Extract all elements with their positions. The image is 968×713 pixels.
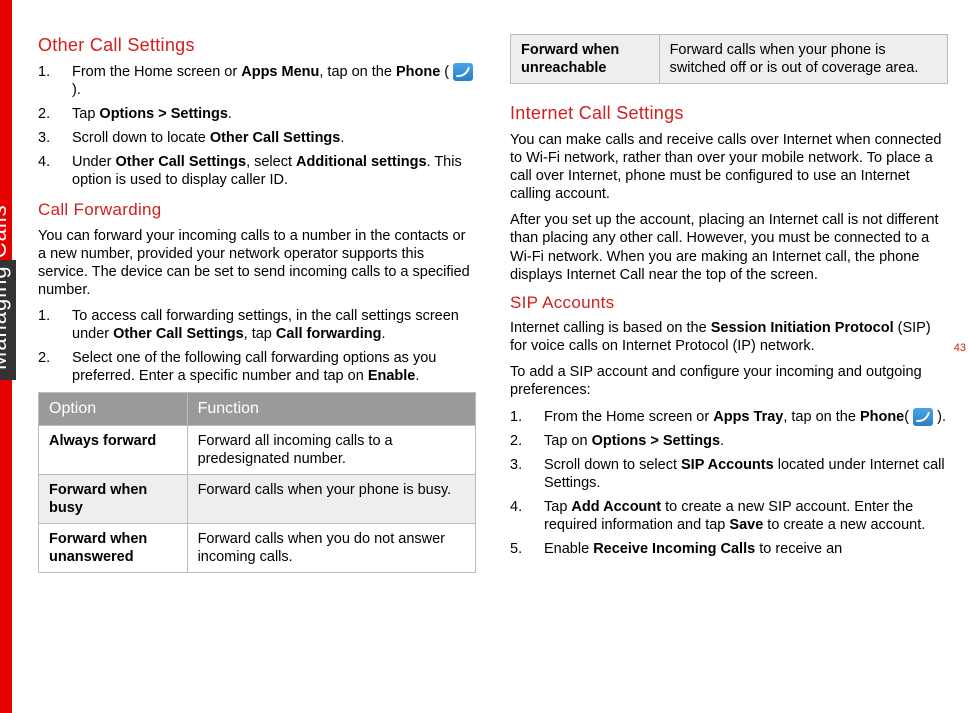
table-cell-option: Forward when unreachable (511, 35, 660, 84)
sip-intro: Internet calling is based on the Session… (510, 319, 948, 355)
call-forwarding-steps: 1.To access call forwarding settings, in… (38, 307, 476, 386)
left-column: Other Call Settings 1.From the Home scre… (38, 34, 476, 573)
heading-other-call-settings: Other Call Settings (38, 34, 476, 57)
internet-call-p1: You can make calls and receive calls ove… (510, 131, 948, 204)
call-forwarding-intro: You can forward your incoming calls to a… (38, 227, 476, 300)
table-header-function: Function (187, 392, 475, 425)
list-item: 2.Select one of the following call forwa… (38, 349, 476, 385)
internet-call-p2: After you set up the account, placing an… (510, 211, 948, 284)
table-cell-option: Forward when busy (39, 474, 188, 523)
sip-steps: 1.From the Home screen or Apps Tray, tap… (510, 408, 948, 559)
sip-add-intro: To add a SIP account and configure your … (510, 363, 948, 399)
list-item: 3.Scroll down to locate Other Call Setti… (38, 129, 476, 147)
table-row: Forward when busyForward calls when your… (39, 474, 476, 523)
call-forward-options-table-cont: Forward when unreachable Forward calls w… (510, 34, 948, 84)
sidebar-chapter-label: Managing Calls (0, 260, 16, 380)
phone-app-icon (453, 63, 473, 81)
right-column: Forward when unreachable Forward calls w… (510, 34, 948, 573)
list-item: 4.Under Other Call Settings, select Addi… (38, 153, 476, 189)
list-item: 1.From the Home screen or Apps Tray, tap… (510, 408, 948, 426)
table-row: Always forwardForward all incoming calls… (39, 425, 476, 474)
other-call-settings-steps: 1.From the Home screen or Apps Menu, tap… (38, 63, 476, 190)
table-cell-function: Forward calls when your phone is busy. (187, 474, 475, 523)
heading-internet-call-settings: Internet Call Settings (510, 102, 948, 125)
heading-sip-accounts: SIP Accounts (510, 292, 948, 313)
table-header-option: Option (39, 392, 188, 425)
table-cell-function: Forward all incoming calls to a predesig… (187, 425, 475, 474)
list-item: 2.Tap on Options > Settings. (510, 432, 948, 450)
list-item: 4.Tap Add Account to create a new SIP ac… (510, 498, 948, 534)
list-item: 1.To access call forwarding settings, in… (38, 307, 476, 343)
table-row: Forward when unansweredForward calls whe… (39, 524, 476, 573)
table-cell-option: Always forward (39, 425, 188, 474)
heading-call-forwarding: Call Forwarding (38, 199, 476, 220)
list-item: 1.From the Home screen or Apps Menu, tap… (38, 63, 476, 99)
table-cell-function: Forward calls when your phone is switche… (659, 35, 947, 84)
call-forward-options-table: Option Function Always forwardForward al… (38, 392, 476, 574)
table-cell-function: Forward calls when you do not answer inc… (187, 524, 475, 573)
list-item: 5.Enable Receive Incoming Calls to recei… (510, 540, 948, 558)
page-content: Other Call Settings 1.From the Home scre… (38, 34, 948, 693)
list-item: 2.Tap Options > Settings. (38, 105, 476, 123)
page-number: 43 (954, 342, 966, 354)
list-item: 3.Scroll down to select SIP Accounts loc… (510, 456, 948, 492)
phone-app-icon (913, 408, 933, 426)
table-cell-option: Forward when unanswered (39, 524, 188, 573)
